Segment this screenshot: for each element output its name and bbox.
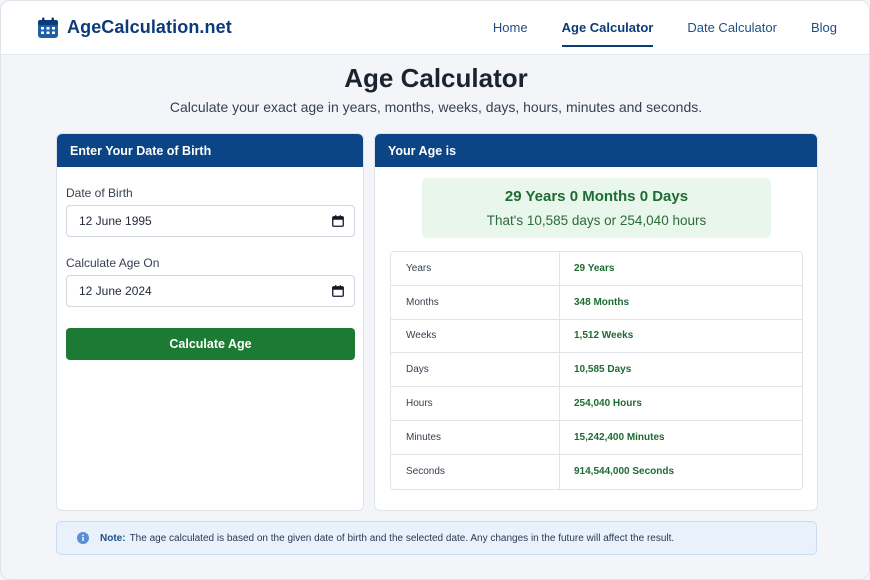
calc-on-date-value: 12 June 2024 xyxy=(79,284,152,298)
note-banner: Note: The age calculated is based on the… xyxy=(56,521,817,555)
calendar-icon[interactable] xyxy=(332,285,344,297)
table-row: Years 29 Years xyxy=(391,252,802,286)
row-label: Years xyxy=(391,252,560,285)
brand-logo[interactable]: AgeCalculation.net xyxy=(37,17,232,39)
table-row: Days 10,585 Days xyxy=(391,353,802,388)
info-icon xyxy=(77,532,89,544)
dob-date-value: 12 June 1995 xyxy=(79,214,152,228)
dob-form-card: Enter Your Date of Birth Date of Birth 1… xyxy=(56,133,364,511)
note-prefix: Note: xyxy=(100,532,126,544)
age-summary-sub: That's 10,585 days or 254,040 hours xyxy=(486,213,707,228)
row-value: 29 Years xyxy=(574,262,615,274)
dob-date-input[interactable]: 12 June 1995 xyxy=(66,205,355,237)
nav-age-calculator[interactable]: Age Calculator xyxy=(561,1,653,55)
row-value: 254,040 Hours xyxy=(574,398,642,410)
app-window: AgeCalculation.net Home Age Calculator D… xyxy=(0,0,870,580)
note-text: The age calculated is based on the given… xyxy=(129,532,675,544)
calculate-age-button[interactable]: Calculate Age xyxy=(66,328,355,360)
age-summary-box: 29 Years 0 Months 0 Days That's 10,585 d… xyxy=(422,178,771,238)
age-breakdown-table: Years 29 Years Months 348 Months Weeks 1… xyxy=(390,251,803,490)
brand-name: AgeCalculation.net xyxy=(67,17,232,37)
table-row: Minutes 15,242,400 Minutes xyxy=(391,420,802,455)
table-row: Seconds 914,544,000 Seconds xyxy=(391,454,802,489)
dob-form-heading: Enter Your Date of Birth xyxy=(57,134,363,167)
page-title: Age Calculator xyxy=(344,63,528,93)
row-label: Months xyxy=(391,285,560,319)
main-nav: Home Age Calculator Date Calculator Blog xyxy=(459,1,837,55)
row-value: 914,544,000 Seconds xyxy=(574,466,675,478)
nav-date-calculator[interactable]: Date Calculator xyxy=(687,1,777,55)
nav-home[interactable]: Home xyxy=(493,1,528,55)
age-result-heading: Your Age is xyxy=(375,134,817,167)
row-value: 15,242,400 Minutes xyxy=(574,431,665,443)
top-navbar: AgeCalculation.net Home Age Calculator D… xyxy=(1,1,869,55)
row-label: Hours xyxy=(391,387,560,420)
calendar-icon[interactable] xyxy=(332,215,344,227)
row-label: Weeks xyxy=(391,319,560,353)
row-value: 348 Months xyxy=(574,296,630,308)
age-summary-main: 29 Years 0 Months 0 Days xyxy=(504,188,689,205)
calendar-icon xyxy=(38,17,58,38)
row-label: Days xyxy=(391,353,560,387)
dob-label: Date of Birth xyxy=(66,186,133,200)
calc-on-label: Calculate Age On xyxy=(66,256,160,270)
page-subtitle: Calculate your exact age in years, month… xyxy=(169,99,703,115)
row-value: 10,585 Days xyxy=(574,364,632,376)
table-row: Weeks 1,512 Weeks xyxy=(391,319,802,354)
row-label: Seconds xyxy=(391,454,560,489)
table-row: Months 348 Months xyxy=(391,285,802,320)
age-result-card: Your Age is 29 Years 0 Months 0 Days Tha… xyxy=(374,133,818,511)
row-value: 1,512 Weeks xyxy=(574,330,634,342)
row-label: Minutes xyxy=(391,420,560,454)
calc-on-date-input[interactable]: 12 June 2024 xyxy=(66,275,355,307)
nav-blog[interactable]: Blog xyxy=(811,1,837,55)
table-row: Hours 254,040 Hours xyxy=(391,387,802,421)
